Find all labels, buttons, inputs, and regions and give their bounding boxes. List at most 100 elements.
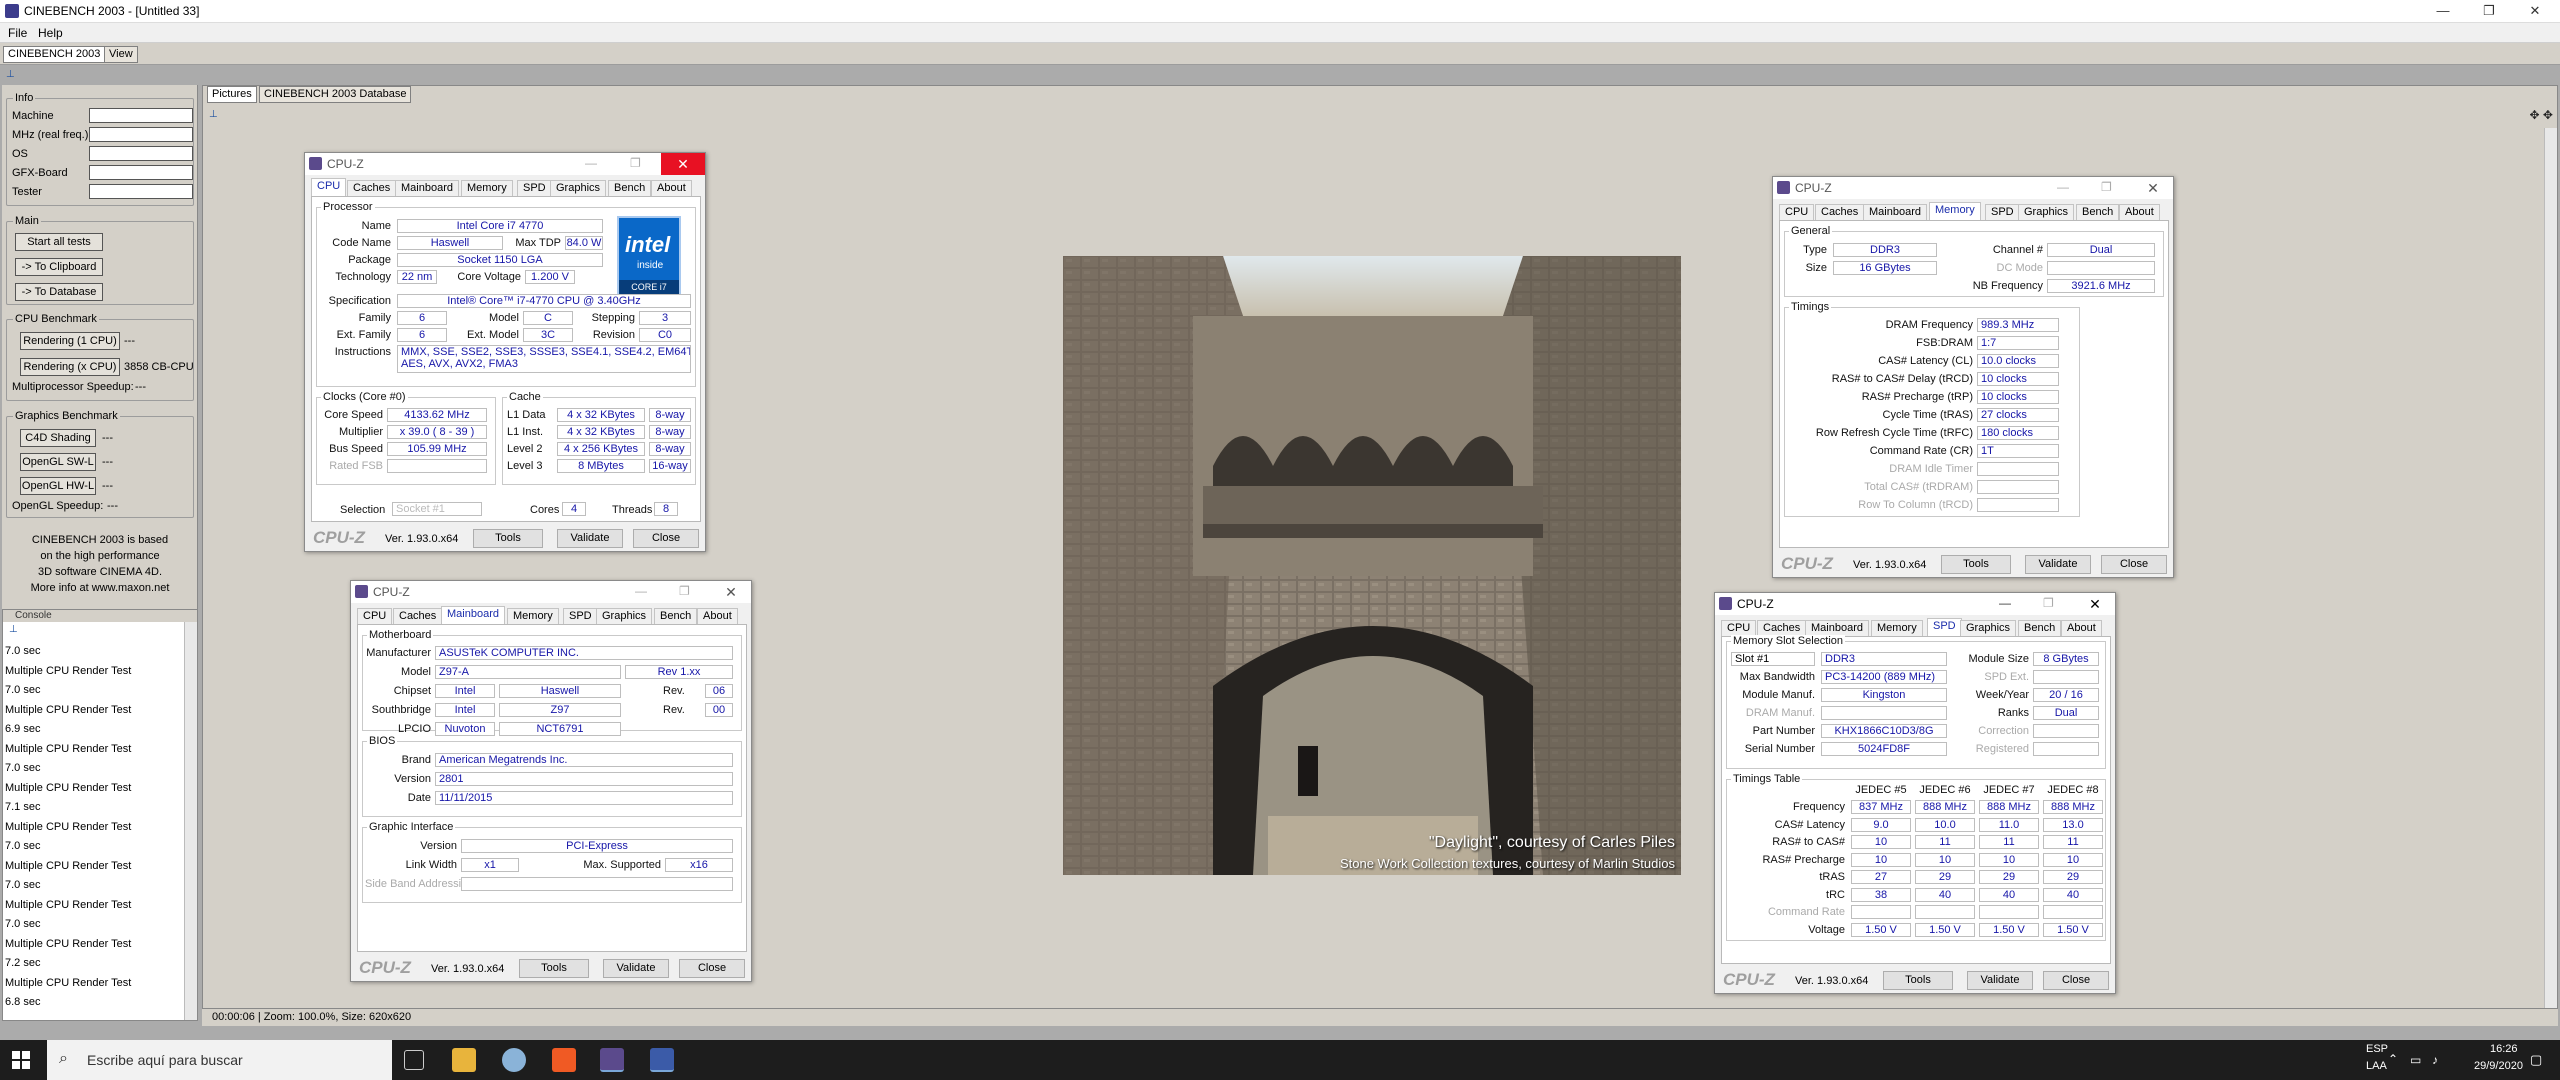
cpuz-minimize-button[interactable]: — [1999, 596, 2011, 610]
console-pin-icon[interactable]: ⊥ [9, 625, 21, 635]
mhz-field[interactable] [89, 127, 193, 142]
cinebench-taskbar-icon[interactable] [650, 1048, 674, 1072]
work-pin-icon[interactable]: ⊥ [209, 110, 221, 120]
tab-cpu[interactable]: CPU [311, 178, 347, 196]
tab-view[interactable]: View [104, 46, 138, 63]
tab-mainboard[interactable]: Mainboard [395, 180, 459, 196]
tab-mainboard[interactable]: Mainboard [441, 606, 505, 624]
socket-select[interactable]: Socket #1 [392, 502, 482, 516]
cpuz-minimize-button[interactable]: — [635, 584, 647, 598]
tab-cpu[interactable]: CPU [1779, 204, 1815, 220]
validate-button[interactable]: Validate [1967, 971, 2033, 990]
tab-caches[interactable]: Caches [347, 180, 397, 196]
tab-bench[interactable]: Bench [2018, 620, 2062, 636]
pin-icon[interactable]: ⊥ [6, 70, 18, 80]
tab-graphics[interactable]: Graphics [596, 608, 653, 624]
chevron-up-icon[interactable]: ⌃ [2388, 1052, 2398, 1066]
start-all-tests-button[interactable]: Start all tests [15, 233, 103, 251]
notifications-icon[interactable]: ▢ [2530, 1052, 2542, 1068]
tab-about[interactable]: About [651, 180, 692, 196]
close-window-button[interactable]: Close [679, 959, 745, 978]
tab-about[interactable]: About [2119, 204, 2160, 220]
tab-cpu[interactable]: CPU [1721, 620, 1757, 636]
tab-bench[interactable]: Bench [654, 608, 698, 624]
tab-spd[interactable]: SPD [1927, 618, 1962, 636]
maximize-button[interactable]: ❐ [2466, 0, 2512, 22]
tab-spd[interactable]: SPD [1985, 204, 2020, 220]
c4d-shading-button[interactable]: C4D Shading [20, 429, 96, 447]
tab-about[interactable]: About [697, 608, 738, 624]
to-clipboard-button[interactable]: -> To Clipboard [15, 258, 103, 276]
tab-cinebench[interactable]: CINEBENCH 2003 [3, 46, 106, 63]
clock-time[interactable]: 16:26 [2490, 1043, 2518, 1055]
validate-button[interactable]: Validate [603, 959, 669, 978]
volume-icon[interactable]: ♪ [2432, 1053, 2438, 1067]
tab-bench[interactable]: Bench [608, 180, 652, 196]
close-button[interactable]: ✕ [2512, 0, 2558, 22]
tab-graphics[interactable]: Graphics [550, 180, 607, 196]
cpuz-close-button[interactable]: ✕ [661, 153, 705, 175]
rendering-xcpu-button[interactable]: Rendering (x CPU) [20, 358, 120, 376]
tab-bench[interactable]: Bench [2076, 204, 2120, 220]
validate-button[interactable]: Validate [557, 529, 623, 548]
brave-browser-icon[interactable] [552, 1048, 576, 1072]
tab-database[interactable]: CINEBENCH 2003 Database [259, 86, 412, 103]
cpuz-minimize-button[interactable]: — [585, 156, 597, 170]
clock-date[interactable]: 29/9/2020 [2474, 1060, 2523, 1072]
tab-memory[interactable]: Memory [1871, 620, 1923, 636]
cpuz-taskbar-icon[interactable] [600, 1048, 624, 1072]
cpuz-maximize-button[interactable]: ❐ [2043, 596, 2054, 610]
menu-file[interactable]: File [8, 26, 27, 40]
slot-select[interactable]: Slot #1 [1731, 652, 1815, 666]
file-explorer-icon[interactable] [452, 1048, 476, 1072]
cpuz-maximize-button[interactable]: ❐ [2101, 180, 2112, 194]
menu-help[interactable]: Help [38, 26, 63, 40]
work-scrollbar[interactable] [2544, 128, 2557, 1008]
opengl-swl-button[interactable]: OpenGL SW-L [20, 453, 96, 471]
cpuz-close-button[interactable]: ✕ [2073, 593, 2117, 615]
tab-spd[interactable]: SPD [517, 180, 552, 196]
close-window-button[interactable]: Close [2101, 555, 2167, 574]
tab-caches[interactable]: Caches [393, 608, 443, 624]
tab-graphics[interactable]: Graphics [1960, 620, 2017, 636]
tab-spd[interactable]: SPD [563, 608, 598, 624]
rendering-1cpu-button[interactable]: Rendering (1 CPU) [20, 332, 120, 350]
close-window-button[interactable]: Close [633, 529, 699, 548]
cpuz-maximize-button[interactable]: ❐ [679, 584, 690, 598]
tools-button[interactable]: Tools [1883, 971, 1953, 990]
tools-button[interactable]: Tools [473, 529, 543, 548]
cpuz-close-button[interactable]: ✕ [709, 581, 753, 603]
validate-button[interactable]: Validate [2025, 555, 2091, 574]
opengl-hwl-button[interactable]: OpenGL HW-L [20, 477, 96, 495]
cpuz-minimize-button[interactable]: — [2057, 180, 2069, 194]
tab-caches[interactable]: Caches [1757, 620, 1807, 636]
language-label[interactable]: ESP [2366, 1043, 2388, 1055]
cpuz-close-button[interactable]: ✕ [2131, 177, 2175, 199]
cpuz-maximize-button[interactable]: ❐ [630, 156, 641, 170]
tab-cpu[interactable]: CPU [357, 608, 393, 624]
minimize-button[interactable]: — [2420, 0, 2466, 22]
network-icon[interactable]: ▭ [2410, 1053, 2421, 1067]
tools-button[interactable]: Tools [1941, 555, 2011, 574]
to-database-button[interactable]: -> To Database [15, 283, 103, 301]
tab-about[interactable]: About [2061, 620, 2102, 636]
machine-field[interactable] [89, 108, 193, 123]
tab-memory[interactable]: Memory [461, 180, 513, 196]
task-view-icon[interactable] [404, 1050, 424, 1070]
tab-mainboard[interactable]: Mainboard [1863, 204, 1927, 220]
app-icon[interactable] [502, 1048, 526, 1072]
gfx-board-field[interactable] [89, 165, 193, 180]
tab-graphics[interactable]: Graphics [2018, 204, 2075, 220]
layout-label[interactable]: LAA [2366, 1060, 2387, 1072]
tester-field[interactable] [89, 184, 193, 199]
move-icon[interactable]: ✥ ✥ [2530, 108, 2553, 122]
windows-start-icon[interactable] [12, 1051, 30, 1069]
tab-mainboard[interactable]: Mainboard [1805, 620, 1869, 636]
tools-button[interactable]: Tools [519, 959, 589, 978]
taskbar-search[interactable]: ⌕ Escribe aquí para buscar [47, 1040, 392, 1080]
console-scrollbar[interactable] [184, 622, 197, 1020]
tab-pictures[interactable]: Pictures [207, 86, 257, 103]
tab-memory[interactable]: Memory [507, 608, 559, 624]
tab-memory[interactable]: Memory [1929, 202, 1981, 220]
tab-caches[interactable]: Caches [1815, 204, 1865, 220]
